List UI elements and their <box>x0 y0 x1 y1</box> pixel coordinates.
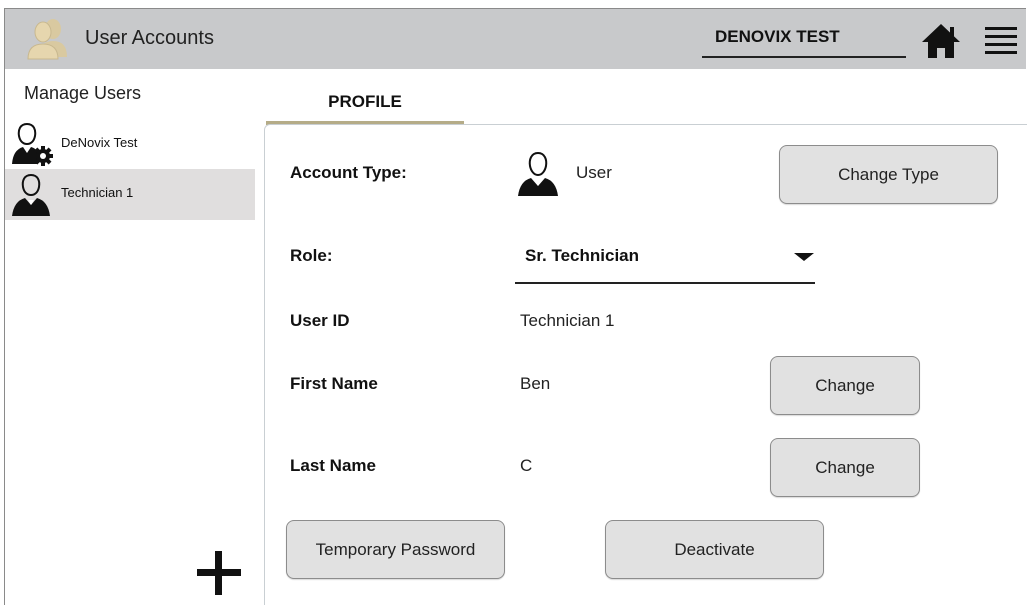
temporary-password-button[interactable]: Temporary Password <box>286 520 505 579</box>
last-name-label: Last Name <box>290 456 376 475</box>
chevron-down-icon[interactable] <box>793 251 815 263</box>
plus-icon[interactable] <box>193 547 245 599</box>
sidebar-title: Manage Users <box>24 83 142 103</box>
user-id-value: Technician 1 <box>520 311 615 330</box>
user-list-item-name: DeNovix Test <box>61 135 138 150</box>
user-icon <box>518 151 558 196</box>
user-list: DeNovix Test Technician 1 <box>5 118 255 220</box>
top-bar: User Accounts DENOVIX TEST <box>5 9 1026 69</box>
first-name-value: Ben <box>520 374 551 393</box>
admin-user-icon <box>12 122 53 166</box>
current-user-underline <box>702 56 906 58</box>
first-name-label: First Name <box>290 374 378 393</box>
change-first-name-button[interactable]: Change <box>770 356 920 415</box>
account-type-label: Account Type: <box>290 163 407 182</box>
account-type-value: User <box>576 163 612 182</box>
user-icon <box>12 173 50 216</box>
user-list-item-name: Technician 1 <box>61 185 134 200</box>
home-icon[interactable] <box>919 21 963 61</box>
user-id-label: User ID <box>290 311 350 330</box>
deactivate-button[interactable]: Deactivate <box>605 520 824 579</box>
last-name-value: C <box>520 456 533 475</box>
role-select-value[interactable]: Sr. Technician <box>525 246 639 266</box>
user-list-item-selected[interactable]: Technician 1 <box>5 169 255 220</box>
current-user-name[interactable]: DENOVIX TEST <box>707 27 911 47</box>
tab-profile[interactable]: PROFILE <box>266 88 464 124</box>
users-icon <box>27 19 67 60</box>
role-select-underline <box>515 282 815 284</box>
change-type-button[interactable]: Change Type <box>779 145 998 204</box>
role-label: Role: <box>290 246 333 265</box>
change-last-name-button[interactable]: Change <box>770 438 920 497</box>
app-title: User Accounts <box>85 27 214 49</box>
user-list-item[interactable]: DeNovix Test <box>5 118 255 169</box>
menu-icon[interactable] <box>983 23 1019 57</box>
